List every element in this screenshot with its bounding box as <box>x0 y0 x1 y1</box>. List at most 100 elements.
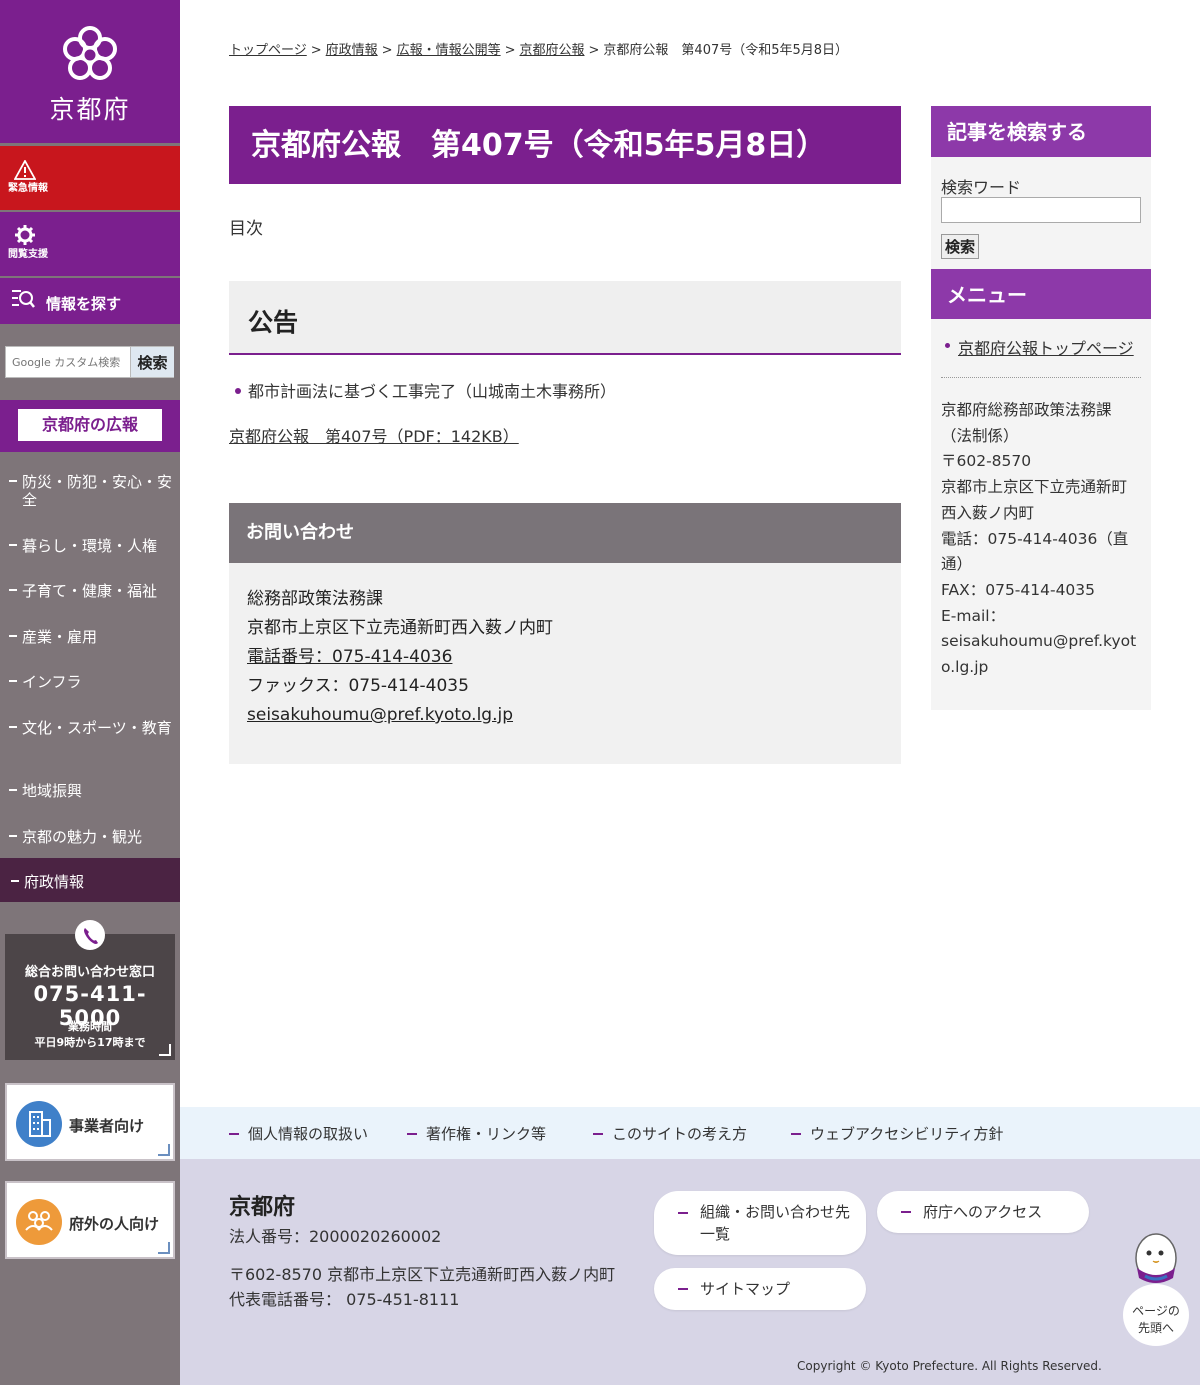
accessibility-support-button[interactable]: 閲覧支援 <box>0 212 180 276</box>
corner-arrow-icon <box>158 1144 170 1156</box>
breadcrumb-separator: > <box>310 43 322 58</box>
office-access-button[interactable]: 府庁へのアクセス <box>877 1191 1089 1233</box>
inquiry-phone-link[interactable]: 電話番号：075-414-4036 <box>247 647 452 667</box>
warning-icon <box>14 160 36 180</box>
phone-icon <box>75 920 105 950</box>
corner-arrow-icon <box>158 1242 170 1254</box>
contact-address-block: 京都府総務部政策法務課 （法制係） 〒602-8570 京都市上京区下立売通新町… <box>941 398 1141 681</box>
sitemap-button[interactable]: サイトマップ <box>654 1268 866 1310</box>
find-info-label: 情報を探す <box>46 295 122 313</box>
mascot-icon <box>1135 1233 1177 1283</box>
outside-prefecture-button[interactable]: 府外の人向け <box>5 1181 175 1259</box>
find-info-button[interactable]: 情報を探す <box>0 278 180 324</box>
dash-icon <box>9 788 17 791</box>
address-line: FAX：075-414-4035 <box>941 580 1096 599</box>
inquiry-fax: ファックス：075-414-4035 <box>247 676 469 696</box>
bullet-icon <box>945 343 950 348</box>
notice-section-header: 公告 <box>229 281 901 355</box>
nav-item-industry[interactable]: 産業・雇用 <box>0 628 180 646</box>
breadcrumb-link-admin[interactable]: 府政情報 <box>326 43 378 58</box>
sitemap-label: サイトマップ <box>700 1280 791 1298</box>
footer-link-privacy[interactable]: 個人情報の取扱い <box>229 1123 368 1144</box>
menu-heading: メニュー <box>931 269 1151 319</box>
contact-hours: 平日9時から17時まで <box>34 1036 146 1049</box>
breadcrumb-separator: > <box>381 43 393 58</box>
footer-link-accessibility[interactable]: ウェブアクセシビリティ方針 <box>791 1123 1003 1144</box>
office-access-label: 府庁へのアクセス <box>923 1203 1043 1221</box>
nav-item-disaster-prevention[interactable]: 防災・防犯・安心・安全 <box>0 473 180 509</box>
dash-icon <box>678 1288 688 1290</box>
general-contact-box[interactable]: 総合お問い合わせ窓口 075-411-5000 業務時間 平日9時から17時まで <box>5 920 175 1060</box>
notice-list-item: 都市計画法に基づく工事完了（山城南土木事務所） <box>235 378 616 402</box>
address-line: seisakuhoumu@pref.kyoto.lg.jp <box>941 632 1137 677</box>
emergency-info-label: 緊急情報 <box>8 183 48 194</box>
inquiry-address: 京都市上京区下立売通新町西入薮ノ内町 <box>247 618 553 638</box>
dash-icon <box>9 679 17 682</box>
bullet-icon <box>235 387 241 394</box>
nav-item-childcare-health[interactable]: 子育て・健康・福祉 <box>0 582 180 600</box>
nav-item-living-environment[interactable]: 暮らし・環境・人権 <box>0 537 180 555</box>
notice-item-text: 都市計画法に基づく工事完了（山城南土木事務所） <box>248 382 617 401</box>
dash-icon <box>9 543 17 546</box>
page-title: 京都府公報 第407号（令和5年5月8日） <box>229 106 901 184</box>
breadcrumb-current: 京都府公報 第407号（令和5年5月8日） <box>603 43 849 58</box>
breadcrumb-link-gazette[interactable]: 京都府公報 <box>520 43 585 58</box>
business-audience-button[interactable]: 事業者向け <box>5 1083 175 1161</box>
keyword-input[interactable] <box>941 197 1141 223</box>
page-top-label-1: ページの <box>1132 1304 1180 1318</box>
nav-item-regional[interactable]: 地域振興 <box>0 782 180 800</box>
menu-item-link[interactable]: 京都府公報トップページ <box>958 339 1134 358</box>
org-contact-list-label: 組織・お問い合わせ先一覧 <box>700 1203 851 1243</box>
right-column: 記事を検索する 検索ワード 検索 メニュー 京都府公報トップページ 京都府総務部… <box>931 106 1151 710</box>
gazette-pdf-link[interactable]: 京都府公報 第407号（PDF：142KB） <box>229 423 519 447</box>
dash-icon <box>229 1132 239 1135</box>
address-line: 電話：075-414-4036（直通） <box>941 529 1129 574</box>
nav-item-tourism[interactable]: 京都の魅力・観光 <box>0 828 180 846</box>
dash-icon <box>9 479 17 482</box>
sidebar: 京都府 緊急情報 閲覧支援 情報を探す 検索 京都府の広報 防災・防犯・安心・安… <box>0 0 180 1385</box>
nav-item-label: 府政情報 <box>24 873 85 891</box>
address-line: 西入薮ノ内町 <box>941 503 1035 522</box>
nav-item-culture-sports[interactable]: 文化・スポーツ・教育 <box>0 719 180 737</box>
address-line: （法制係） <box>941 426 1019 445</box>
breadcrumb-separator: > <box>504 43 516 58</box>
nav-item-label: 産業・雇用 <box>22 628 98 646</box>
site-search-button[interactable]: 検索 <box>130 347 174 377</box>
dash-icon <box>901 1211 911 1213</box>
footer-link-site-policy[interactable]: このサイトの考え方 <box>593 1123 747 1144</box>
emergency-info-button[interactable]: 緊急情報 <box>0 146 180 210</box>
dash-icon <box>407 1132 417 1135</box>
kyoto-emblem-icon <box>63 26 117 80</box>
dash-icon <box>9 634 17 637</box>
inquiry-email-link[interactable]: seisakuhoumu@pref.kyoto.lg.jp <box>247 705 513 725</box>
site-search-input[interactable] <box>6 347 130 377</box>
search-list-icon <box>12 290 35 308</box>
breadcrumb-link-top[interactable]: トップページ <box>229 43 307 58</box>
dash-icon <box>11 879 19 882</box>
page-top-button[interactable]: ページの 先頭へ <box>1121 1232 1191 1348</box>
org-contact-list-button[interactable]: 組織・お問い合わせ先一覧 <box>654 1191 866 1255</box>
site-logo[interactable]: 京都府 <box>0 0 180 143</box>
dash-icon <box>9 834 17 837</box>
keyword-label: 検索ワード <box>941 178 1022 197</box>
address-line: E-mail： <box>941 606 1006 625</box>
keyword-search-button[interactable]: 検索 <box>941 234 980 259</box>
nav-item-prefectural-admin[interactable]: 府政情報 <box>0 873 180 891</box>
nav-item-infrastructure[interactable]: インフラ <box>0 673 180 691</box>
accessibility-support-label: 閲覧支援 <box>8 249 48 260</box>
footer-org-name: 京都府 <box>229 1195 296 1220</box>
footer-link-copyright[interactable]: 著作権・リンク等 <box>407 1123 546 1144</box>
people-icon <box>16 1199 62 1245</box>
dash-icon <box>9 725 17 728</box>
footer-link-label: 著作権・リンク等 <box>426 1125 547 1143</box>
google-custom-search: 検索 <box>5 346 174 378</box>
breadcrumb-link-pr[interactable]: 広報・情報公開等 <box>397 43 501 58</box>
table-of-contents-label: 目次 <box>229 219 263 239</box>
gear-icon <box>15 225 35 245</box>
footer: 京都府 法人番号：2000020260002 〒602-8570 京都市上京区下… <box>180 1159 1200 1385</box>
footer-links-bar: 個人情報の取扱い 著作権・リンク等 このサイトの考え方 ウェブアクセシビリティ方… <box>180 1107 1200 1159</box>
outside-prefecture-label: 府外の人向け <box>69 1215 160 1233</box>
nav-item-label: 京都の魅力・観光 <box>22 828 143 846</box>
nav-item-label: 防災・防犯・安心・安全 <box>22 473 173 509</box>
pr-label[interactable]: 京都府の広報 <box>18 409 162 441</box>
